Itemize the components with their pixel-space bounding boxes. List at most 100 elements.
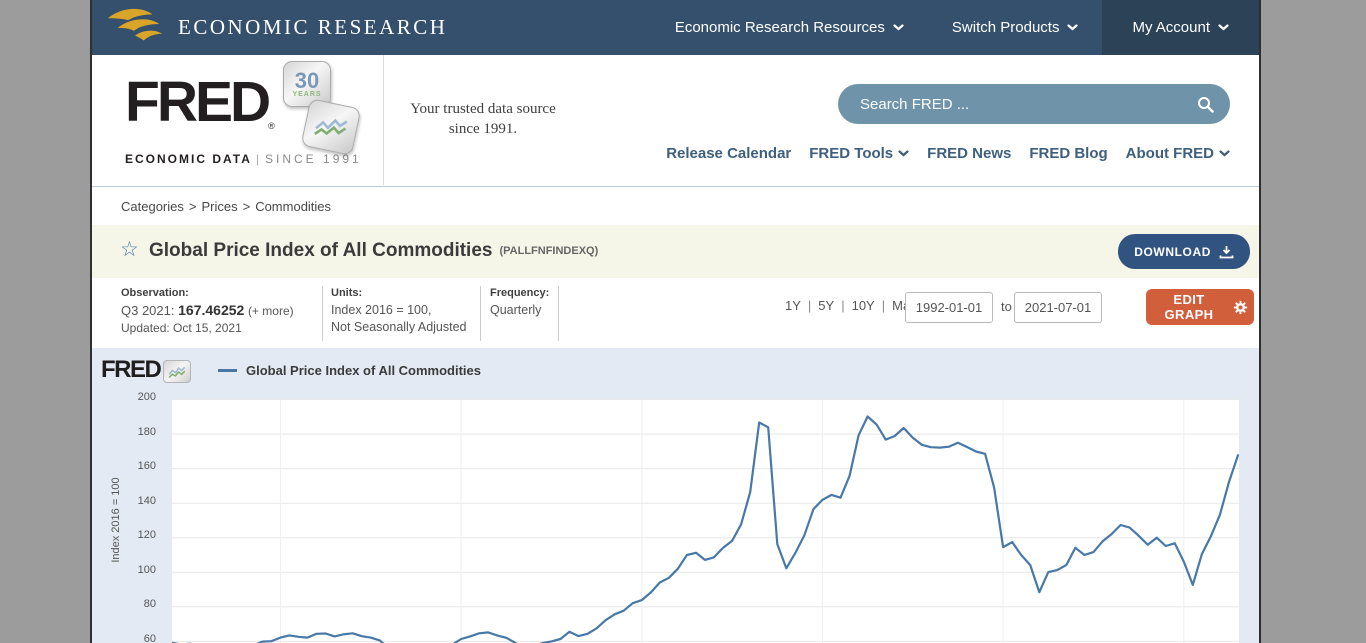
topbar-menu-label: Economic Research Resources: [675, 19, 885, 36]
chevron-down-icon: [1218, 24, 1229, 31]
fred-logo[interactable]: FRED®: [125, 73, 275, 131]
y-tick-label-200: 200: [104, 391, 156, 403]
site-tagline: Your trusted data source since 1991.: [388, 99, 578, 139]
topbar-menu-label: My Account: [1132, 19, 1210, 36]
nav-link-label: Release Calendar: [666, 145, 791, 162]
preset-separator: |: [882, 298, 885, 313]
observation-period: Q3 2021:: [121, 303, 175, 318]
chart-logo-icon: [163, 360, 191, 383]
y-tick-label-60: 60: [104, 633, 156, 643]
nav-link-label: FRED News: [927, 145, 1011, 162]
nav-link-label: FRED Blog: [1029, 145, 1107, 162]
preset-separator: |: [808, 298, 811, 313]
to-label: to: [1001, 299, 1012, 314]
eagle-icon: [106, 5, 166, 50]
legend-label: Global Price Index of All Commodities: [246, 363, 481, 378]
topbar-menu-economic-research-resources[interactable]: Economic Research Resources: [651, 0, 928, 55]
start-date-input[interactable]: [905, 292, 993, 323]
frequency-value: Quarterly: [490, 302, 549, 319]
observation-value-line: Q3 2021: 167.46252 (+ more): [121, 302, 294, 318]
price-index-line-chart[interactable]: [172, 399, 1239, 643]
economic-data-label: ECONOMIC DATA: [125, 152, 252, 166]
edit-graph-button[interactable]: EDIT GRAPH: [1146, 289, 1254, 325]
registered-mark: ®: [268, 121, 275, 131]
end-date-input[interactable]: [1014, 292, 1102, 323]
meta-divider-1: [322, 286, 323, 341]
tagline-line2: since 1991.: [388, 119, 578, 139]
breadcrumb-commodities[interactable]: Commodities: [255, 199, 331, 214]
badge-chart-icon: [301, 98, 362, 156]
observation-value: 167.46252: [178, 302, 244, 318]
breadcrumb-row: Categories>Prices>Commodities: [92, 187, 1259, 225]
badge-30-number: 30: [295, 71, 319, 91]
economic-research-brand-text: ECONOMIC RESEARCH: [178, 15, 447, 40]
favorite-star-icon[interactable]: ☆: [120, 237, 139, 262]
updated-text: Updated: Oct 15, 2021: [121, 321, 294, 335]
chart-legend: Global Price Index of All Commodities: [218, 363, 481, 378]
range-preset-5y[interactable]: 5Y: [818, 298, 834, 313]
legend-line-swatch: [218, 369, 237, 372]
edit-graph-label: EDIT GRAPH: [1152, 292, 1226, 322]
range-preset-1y[interactable]: 1Y: [785, 298, 801, 313]
badge-years-label: YEARS: [292, 91, 321, 98]
nav-link-release-calendar[interactable]: Release Calendar: [666, 145, 791, 162]
breadcrumb-prices[interactable]: Prices: [201, 199, 237, 214]
chevron-down-icon: [898, 150, 909, 157]
topbar-menu-my-account[interactable]: My Account: [1102, 0, 1259, 55]
chart-fred-word: FRED: [101, 358, 160, 382]
y-tick-label-80: 80: [104, 598, 156, 610]
y-tick-label-180: 180: [104, 426, 156, 438]
meta-divider-3: [558, 286, 559, 341]
nav-link-fred-news[interactable]: FRED News: [927, 145, 1011, 162]
subtitle-separator: |: [256, 152, 261, 166]
y-tick-label-160: 160: [104, 460, 156, 472]
y-axis-title: Index 2016 = 100: [110, 460, 122, 580]
search-input[interactable]: [858, 95, 1197, 114]
observation-block: Observation: Q3 2021: 167.46252 (+ more)…: [121, 287, 294, 335]
y-tick-label-100: 100: [104, 564, 156, 576]
chart-section: FRED Global Price Index of All Commoditi…: [92, 348, 1259, 643]
plot-area[interactable]: [172, 399, 1239, 643]
chevron-down-icon: [1219, 150, 1230, 157]
search-icon[interactable]: [1197, 96, 1214, 113]
breadcrumb: Categories>Prices>Commodities: [121, 199, 331, 214]
topbar-menu-switch-products[interactable]: Switch Products: [928, 0, 1103, 55]
units-block: Units: Index 2016 = 100, Not Seasonally …: [331, 287, 467, 336]
fred-30-years-badge: 30 YEARS: [283, 61, 365, 161]
page: ECONOMIC RESEARCH Economic Research Reso…: [90, 0, 1261, 643]
meta-divider-2: [480, 286, 481, 341]
tagline-line1: Your trusted data source: [388, 99, 578, 119]
chart-fred-logo: FRED: [101, 358, 191, 383]
units-label: Units:: [331, 287, 467, 299]
fred-logo-word: FRED: [125, 70, 268, 134]
economic-research-logo[interactable]: ECONOMIC RESEARCH: [92, 0, 651, 55]
nav-link-fred-blog[interactable]: FRED Blog: [1029, 145, 1107, 162]
series-title-band: ☆ Global Price Index of All Commodities(…: [92, 225, 1259, 278]
download-label: DOWNLOAD: [1134, 245, 1211, 259]
breadcrumb-categories[interactable]: Categories: [121, 199, 184, 214]
topbar-menus: Economic Research Resources Switch Produc…: [651, 0, 1259, 55]
range-preset-10y[interactable]: 10Y: [852, 298, 875, 313]
breadcrumb-separator: >: [189, 199, 197, 214]
preset-separator: |: [841, 298, 844, 313]
gear-icon: [1233, 300, 1248, 315]
frequency-label: Frequency:: [490, 287, 549, 299]
nav-link-fred-tools[interactable]: FRED Tools: [809, 145, 909, 162]
nav-link-label: About FRED: [1126, 145, 1214, 162]
masthead: FRED® 30 YEARS ECONOMIC DATA|SINCE 1991 …: [92, 55, 1259, 187]
nav-link-label: FRED Tools: [809, 145, 893, 162]
units-value-line1: Index 2016 = 100,: [331, 302, 467, 319]
page-title: Global Price Index of All Commodities(PA…: [149, 240, 598, 262]
chevron-down-icon: [1067, 24, 1078, 31]
masthead-nav: Release Calendar FRED Tools FRED News FRED …: [666, 145, 1230, 162]
frequency-block: Frequency: Quarterly: [490, 287, 549, 319]
top-navbar: ECONOMIC RESEARCH Economic Research Reso…: [92, 0, 1259, 55]
range-presets: 1Y|5Y|10Y|Max: [785, 298, 917, 313]
download-icon: [1219, 245, 1234, 259]
masthead-divider: [383, 55, 384, 185]
meta-row: Observation: Q3 2021: 167.46252 (+ more)…: [92, 278, 1259, 348]
nav-link-about-fred[interactable]: About FRED: [1126, 145, 1230, 162]
y-tick-label-140: 140: [104, 495, 156, 507]
download-button[interactable]: DOWNLOAD: [1118, 234, 1250, 269]
observation-more-link[interactable]: (+ more): [248, 304, 294, 318]
